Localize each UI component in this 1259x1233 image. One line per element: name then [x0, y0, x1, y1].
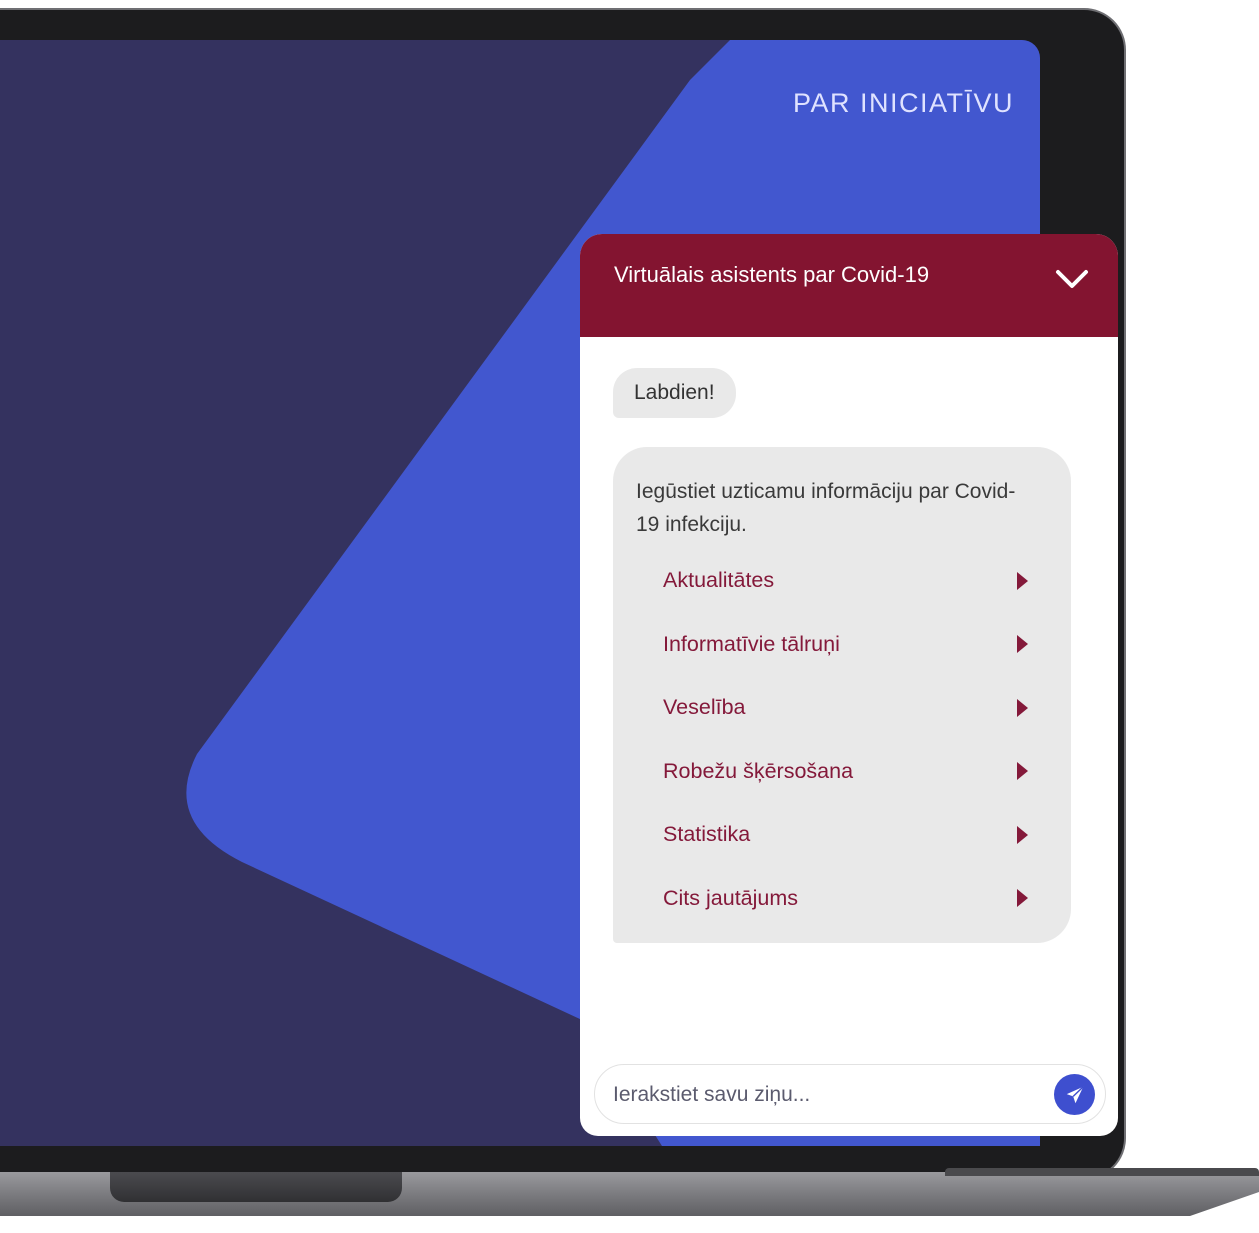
chat-widget: Virtuālais asistents par Covid-19 Labdie…	[580, 234, 1118, 1136]
send-button[interactable]	[1054, 1074, 1095, 1115]
caret-right-icon	[1017, 762, 1028, 781]
option-statistika[interactable]: Statistika	[636, 803, 1049, 867]
intro-message-text: Iegūstiet uzticamu informāciju par Covid…	[636, 480, 1016, 536]
caret-right-icon	[1017, 825, 1028, 844]
caret-right-icon	[1017, 635, 1028, 654]
option-label: Informatīvie tālruņi	[663, 631, 840, 656]
nav-about-initiative[interactable]: PAR INICIATĪVU	[793, 88, 1014, 119]
paper-plane-icon	[1066, 1085, 1084, 1103]
laptop-base-edge	[945, 1168, 1259, 1176]
message-input[interactable]	[611, 1073, 1035, 1117]
laptop-mockup: PAR INICIATĪVU Virtuālais asistents par …	[0, 0, 1259, 1233]
option-veseliba[interactable]: Veselība	[636, 676, 1049, 740]
quick-reply-list: Aktualitātes Informatīvie tālruņi Veselī…	[636, 549, 1049, 930]
greeting-message: Labdien!	[613, 368, 736, 418]
chat-title: Virtuālais asistents par Covid-19	[614, 262, 930, 287]
option-label: Veselība	[663, 695, 746, 720]
option-label: Aktualitātes	[663, 568, 775, 593]
option-cits-jautajums[interactable]: Cits jautājums	[636, 867, 1049, 931]
message-input-bar	[594, 1064, 1106, 1124]
option-robezu-skersosana[interactable]: Robežu šķērsošana	[636, 740, 1049, 804]
option-aktualitates[interactable]: Aktualitātes	[636, 549, 1049, 613]
caret-right-icon	[1017, 571, 1028, 590]
laptop-hinge-notch	[110, 1172, 402, 1202]
chevron-down-icon[interactable]	[1054, 264, 1090, 294]
option-label: Robežu šķērsošana	[663, 758, 854, 783]
caret-right-icon	[1017, 889, 1028, 908]
option-label: Cits jautājums	[663, 885, 799, 910]
chat-header[interactable]: Virtuālais asistents par Covid-19	[580, 234, 1118, 337]
option-label: Statistika	[663, 822, 751, 847]
bot-message-options: Iegūstiet uzticamu informāciju par Covid…	[613, 447, 1071, 943]
option-informativie-talruni[interactable]: Informatīvie tālruņi	[636, 613, 1049, 677]
caret-right-icon	[1017, 698, 1028, 717]
